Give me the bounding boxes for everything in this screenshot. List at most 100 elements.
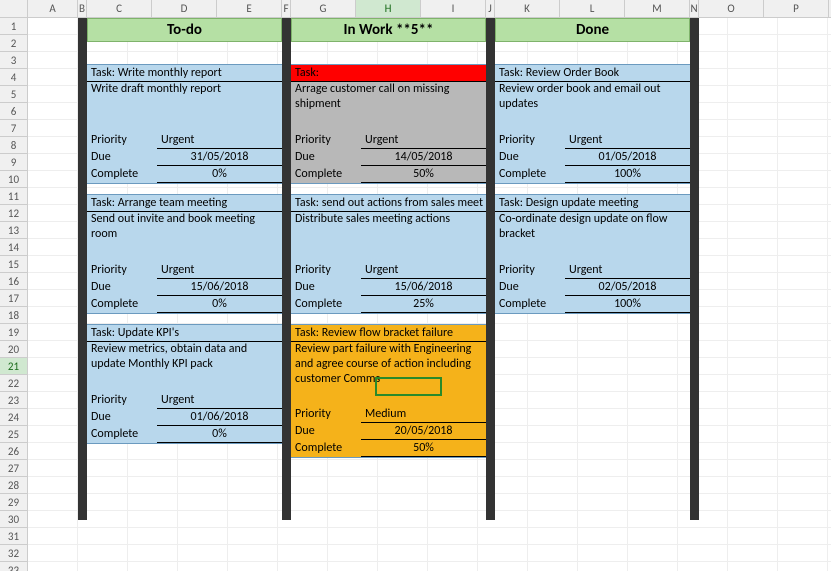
row-header-25[interactable]: 25 — [0, 426, 27, 443]
complete-value[interactable]: 100% — [565, 296, 690, 313]
due-value[interactable]: 01/05/2018 — [565, 149, 690, 166]
priority-value[interactable]: Medium — [361, 406, 486, 423]
col-a-spacer[interactable] — [28, 18, 78, 571]
column-header-o[interactable]: O — [699, 0, 764, 17]
due-value[interactable]: 01/06/2018 — [157, 409, 282, 426]
priority-value[interactable]: Urgent — [565, 132, 690, 149]
task-title[interactable]: Task: Update KPI's — [87, 325, 282, 342]
lane-header-todo[interactable]: To-do — [87, 18, 282, 42]
column-header-b[interactable]: B — [78, 0, 87, 17]
task-card[interactable]: Task: Design update meeting Co-ordinate … — [495, 194, 690, 314]
row-header-12[interactable]: 12 — [0, 205, 27, 222]
task-desc[interactable]: Review order book and email out updates — [495, 82, 690, 132]
select-all-corner[interactable] — [0, 0, 28, 17]
column-header-h[interactable]: H — [356, 0, 421, 17]
due-value[interactable]: 14/05/2018 — [361, 149, 486, 166]
column-header-a[interactable]: A — [28, 0, 78, 17]
row-header-20[interactable]: 20 — [0, 341, 27, 358]
complete-value[interactable]: 100% — [565, 166, 690, 183]
priority-value[interactable]: Urgent — [565, 262, 690, 279]
task-desc[interactable]: Send out invite and book meeting room — [87, 212, 282, 262]
lane-header-done[interactable]: Done — [495, 18, 690, 42]
row-header-22[interactable]: 22 — [0, 375, 27, 392]
complete-value[interactable]: 50% — [361, 440, 486, 457]
task-card[interactable]: Task: send out actions from sales meet D… — [291, 194, 486, 314]
complete-value[interactable]: 50% — [361, 166, 486, 183]
task-desc[interactable]: Distribute sales meeting actions — [291, 212, 486, 262]
row-header-32[interactable]: 32 — [0, 545, 27, 562]
row-header-11[interactable]: 11 — [0, 188, 27, 205]
row-header-33[interactable]: 33 — [0, 562, 27, 571]
task-card[interactable]: Task: Arrage customer call on missing sh… — [291, 64, 486, 184]
task-title[interactable]: Task: — [291, 65, 486, 82]
task-card[interactable]: Task: Update KPI's Review metrics, obtai… — [87, 324, 282, 444]
task-desc[interactable]: Review metrics, obtain data and update M… — [87, 342, 282, 392]
row-header-15[interactable]: 15 — [0, 256, 27, 273]
column-header-i[interactable]: I — [421, 0, 486, 17]
priority-value[interactable]: Urgent — [361, 262, 486, 279]
row-header-9[interactable]: 9 — [0, 154, 27, 171]
row-header-5[interactable]: 5 — [0, 86, 27, 103]
row-header-8[interactable]: 8 — [0, 137, 27, 154]
task-card[interactable]: Task: Write monthly report Write draft m… — [87, 64, 282, 184]
task-title[interactable]: Task: Arrange team meeting — [87, 195, 282, 212]
column-header-j[interactable]: J — [486, 0, 495, 17]
row-header-18[interactable]: 18 — [0, 307, 27, 324]
due-value[interactable]: 20/05/2018 — [361, 423, 486, 440]
task-title[interactable]: Task: Write monthly report — [87, 65, 282, 82]
due-value[interactable]: 15/06/2018 — [157, 279, 282, 296]
row-header-13[interactable]: 13 — [0, 222, 27, 239]
lane-header-inwork[interactable]: In Work **5** — [291, 18, 486, 42]
task-card[interactable]: Task: Arrange team meeting Send out invi… — [87, 194, 282, 314]
column-header-c[interactable]: C — [87, 0, 152, 17]
column-header-n[interactable]: N — [690, 0, 699, 17]
column-header-p[interactable]: P — [764, 0, 829, 17]
row-header-10[interactable]: 10 — [0, 171, 27, 188]
column-header-d[interactable]: D — [152, 0, 217, 17]
task-title[interactable]: Task: Review Order Book — [495, 65, 690, 82]
task-desc[interactable]: Review part failure with Engineering and… — [291, 342, 486, 406]
row-header-17[interactable]: 17 — [0, 290, 27, 307]
row-header-29[interactable]: 29 — [0, 494, 27, 511]
task-title[interactable]: Task: send out actions from sales meet — [291, 195, 486, 212]
row-header-27[interactable]: 27 — [0, 460, 27, 477]
row-header-19[interactable]: 19 — [0, 324, 27, 341]
complete-value[interactable]: 25% — [361, 296, 486, 313]
row-header-14[interactable]: 14 — [0, 239, 27, 256]
due-value[interactable]: 15/06/2018 — [361, 279, 486, 296]
complete-value[interactable]: 0% — [157, 166, 282, 183]
row-header-1[interactable]: 1 — [0, 18, 27, 35]
task-title[interactable]: Task: Review flow bracket failure — [291, 325, 486, 342]
row-header-30[interactable]: 30 — [0, 511, 27, 528]
column-header-e[interactable]: E — [217, 0, 282, 17]
column-header-g[interactable]: G — [291, 0, 356, 17]
row-header-2[interactable]: 2 — [0, 35, 27, 52]
row-header-4[interactable]: 4 — [0, 69, 27, 86]
column-header-l[interactable]: L — [560, 0, 625, 17]
row-header-21[interactable]: 21 — [0, 358, 27, 375]
column-header-f[interactable]: F — [282, 0, 291, 17]
row-header-23[interactable]: 23 — [0, 392, 27, 409]
row-header-7[interactable]: 7 — [0, 120, 27, 137]
task-card[interactable]: Task: Review flow bracket failure Review… — [291, 324, 486, 458]
row-header-6[interactable]: 6 — [0, 103, 27, 120]
row-header-28[interactable]: 28 — [0, 477, 27, 494]
complete-value[interactable]: 0% — [157, 426, 282, 443]
complete-value[interactable]: 0% — [157, 296, 282, 313]
row-header-16[interactable]: 16 — [0, 273, 27, 290]
due-value[interactable]: 02/05/2018 — [565, 279, 690, 296]
priority-value[interactable]: Urgent — [361, 132, 486, 149]
task-title[interactable]: Task: Design update meeting — [495, 195, 690, 212]
task-desc[interactable]: Write draft monthly report — [87, 82, 282, 132]
column-header-k[interactable]: K — [495, 0, 560, 17]
priority-value[interactable]: Urgent — [157, 132, 282, 149]
row-header-31[interactable]: 31 — [0, 528, 27, 545]
due-value[interactable]: 31/05/2018 — [157, 149, 282, 166]
row-header-24[interactable]: 24 — [0, 409, 27, 426]
task-desc[interactable]: Co-ordinate design update on flow bracke… — [495, 212, 690, 262]
priority-value[interactable]: Urgent — [157, 262, 282, 279]
row-header-26[interactable]: 26 — [0, 443, 27, 460]
task-card[interactable]: Task: Review Order Book Review order boo… — [495, 64, 690, 184]
priority-value[interactable]: Urgent — [157, 392, 282, 409]
task-desc[interactable]: Arrage customer call on missing shipment — [291, 82, 486, 132]
